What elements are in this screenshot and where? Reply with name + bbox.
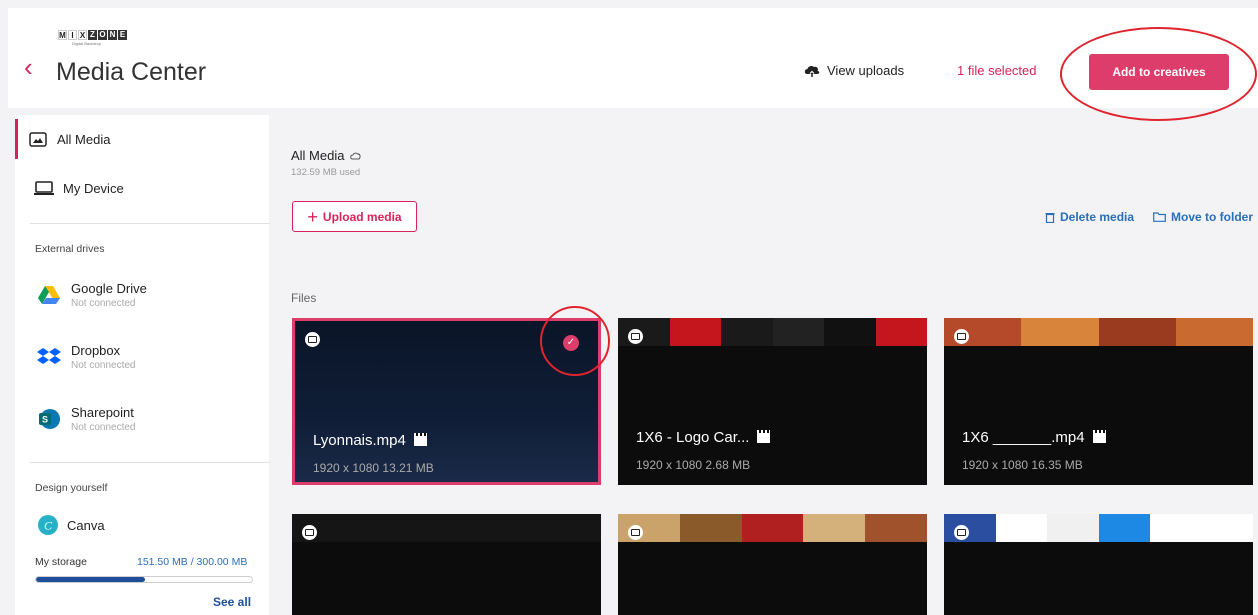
sidebar-item-canva[interactable]: C Canva <box>15 513 269 537</box>
dropbox-icon <box>37 348 61 364</box>
cloud-icon <box>350 152 362 159</box>
sidebar-item-google-drive[interactable]: Google Drive Not connected <box>15 275 269 315</box>
check-icon[interactable]: ✓ <box>563 335 579 351</box>
plus-icon: + <box>307 206 318 227</box>
device-icon <box>305 332 320 347</box>
image-folder-icon <box>29 131 47 147</box>
media-card-meta: 1920 x 1080 13.21 MB <box>313 461 434 475</box>
file-selected-count: 1 file selected <box>957 63 1037 78</box>
media-card-meta: 1920 x 1080 16.35 MB <box>962 458 1083 472</box>
storage-progress-fill <box>36 577 146 582</box>
media-card-name: 1X6 _______.mp4 <box>962 429 1106 446</box>
video-clapper-icon <box>413 432 427 446</box>
laptop-icon <box>34 181 54 195</box>
media-card[interactable] <box>292 514 601 615</box>
device-icon <box>302 525 317 540</box>
device-icon <box>628 525 643 540</box>
design-yourself-heading: Design yourself <box>35 482 108 494</box>
storage-label: My storage <box>35 556 87 568</box>
svg-text:S: S <box>42 415 48 425</box>
mixzone-logo: M I X Z O N E Digital Backdrop <box>58 30 127 46</box>
media-card[interactable]: ✓ Lyonnais.mp4 1920 x 1080 13.21 MB <box>292 318 601 485</box>
media-card[interactable]: 1X6 - Logo Car... 1920 x 1080 2.68 MB <box>618 318 927 485</box>
thumbnail-food-strip <box>618 514 927 542</box>
thumbnail-text-strip <box>292 514 601 542</box>
media-card-meta: 1920 x 1080 2.68 MB <box>636 458 751 472</box>
sharepoint-icon: S <box>39 409 60 429</box>
sidebar-divider <box>30 462 270 463</box>
device-icon <box>954 329 969 344</box>
view-uploads-label: View uploads <box>827 63 905 78</box>
page-title: Media Center <box>56 58 207 86</box>
svg-text:C: C <box>44 519 53 533</box>
files-heading: Files <box>291 291 317 305</box>
trash-icon <box>1045 212 1055 223</box>
external-drives-heading: External drives <box>35 243 105 255</box>
media-card-name: 1X6 - Logo Car... <box>636 429 771 446</box>
sidebar-item-all-media[interactable]: All Media <box>15 119 269 159</box>
thumbnail-food-strip <box>944 318 1253 346</box>
sidebar: All Media My Device External drives Goog… <box>15 115 270 615</box>
media-card[interactable] <box>944 514 1253 615</box>
chevron-left-icon[interactable]: ‹ <box>24 54 46 80</box>
google-drive-icon <box>38 286 60 304</box>
add-to-creatives-button[interactable]: Add to creatives <box>1089 54 1229 90</box>
storage-progress-bar <box>35 576 253 583</box>
move-to-folder-button[interactable]: Move to folder <box>1153 210 1253 224</box>
delete-media-button[interactable]: Delete media <box>1045 210 1134 224</box>
folder-icon <box>1153 212 1166 222</box>
thumbnail-logo-strip <box>618 318 927 346</box>
video-clapper-icon <box>1092 429 1106 443</box>
device-icon <box>954 525 969 540</box>
media-card-name: Lyonnais.mp4 <box>313 432 427 449</box>
upload-media-button[interactable]: + Upload media <box>292 201 417 232</box>
media-card[interactable]: 1X6 _______.mp4 1920 x 1080 16.35 MB <box>944 318 1253 485</box>
video-clapper-icon <box>757 429 771 443</box>
device-icon <box>628 329 643 344</box>
storage-value: 151.50 MB / 300.00 MB <box>137 556 248 568</box>
canva-icon: C <box>38 515 58 535</box>
sidebar-item-my-device[interactable]: My Device <box>15 171 269 205</box>
see-all-link[interactable]: See all <box>213 595 251 609</box>
sidebar-item-sharepoint[interactable]: S Sharepoint Not connected <box>15 399 269 439</box>
thumbnail-logo-strip <box>944 514 1253 542</box>
sidebar-item-dropbox[interactable]: Dropbox Not connected <box>15 337 269 377</box>
folder-title: All Media <box>291 148 362 163</box>
view-uploads-button[interactable]: View uploads <box>803 63 904 78</box>
media-card[interactable] <box>618 514 927 615</box>
sidebar-divider <box>30 223 270 224</box>
cloud-upload-icon <box>804 65 820 77</box>
storage-used: 132.59 MB used <box>291 167 361 178</box>
